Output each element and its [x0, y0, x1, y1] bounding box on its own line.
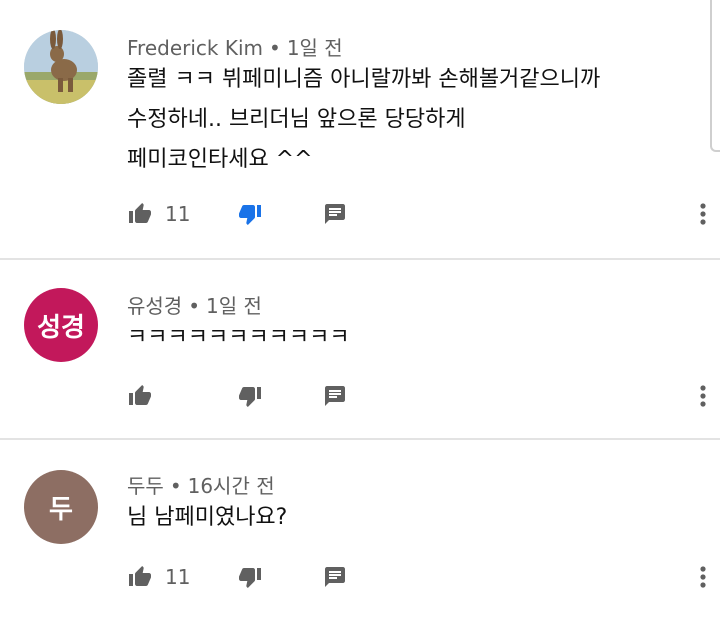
comment-actions: 11: [127, 562, 707, 592]
comment-actions: [127, 381, 707, 411]
thumb-down-icon: [239, 387, 261, 407]
avatar-initials: 두: [49, 494, 73, 525]
avatar-initials: 성경: [37, 312, 85, 343]
dislike-button[interactable]: [237, 381, 263, 411]
thumb-up-icon: [129, 566, 151, 586]
comment-item: 두 두두 • 16시간 전 님 남페미였나요? 11: [0, 440, 720, 618]
reply-comment-icon: [325, 567, 345, 587]
more-options-button[interactable]: [699, 381, 719, 411]
meta-separator: •: [188, 294, 200, 318]
thumb-down-filled-icon: [239, 205, 261, 225]
avatar[interactable]: 성경: [24, 288, 98, 362]
comment-meta: Frederick Kim • 1일 전: [127, 32, 343, 61]
meta-separator: •: [269, 36, 281, 60]
meta-separator: •: [169, 474, 182, 498]
comment-meta: 두두 • 16시간 전: [127, 470, 275, 499]
thumb-up-icon: [129, 203, 151, 223]
comment-time[interactable]: 1일 전: [206, 294, 262, 318]
more-vert-icon: [700, 385, 706, 407]
comment-text-line: 페미코인타세요 ^^: [127, 147, 313, 172]
comment-item: Frederick Kim • 1일 전 졸렬 ㅋㅋ 뷔페미니즘 아니랄까봐 손해볼…: [0, 0, 720, 260]
like-count: 11: [165, 202, 191, 226]
comment-time[interactable]: 16시간 전: [188, 474, 275, 498]
comment-text-line: ㅋㅋㅋㅋㅋㅋㅋㅋㅋㅋㅋ: [127, 325, 350, 350]
comment-actions: 11: [127, 199, 707, 229]
comment-author[interactable]: Frederick Kim: [127, 36, 263, 60]
thumb-up-icon: [129, 385, 151, 405]
more-options-button[interactable]: [699, 199, 719, 229]
more-options-button[interactable]: [699, 562, 719, 592]
more-vert-icon: [700, 203, 706, 225]
dislike-button[interactable]: [237, 562, 263, 592]
like-count: 11: [165, 565, 191, 589]
like-button[interactable]: [127, 381, 153, 411]
avatar[interactable]: [24, 30, 98, 104]
comment-text-line: 수정하네.. 브리더님 앞으론 당당하게: [127, 107, 466, 132]
reply-button[interactable]: [323, 381, 347, 411]
comment-text-line: 님 남페미였나요?: [127, 505, 288, 530]
comment-author[interactable]: 두두: [127, 474, 164, 498]
comment-time[interactable]: 1일 전: [287, 36, 343, 60]
comment-text: ㅋㅋㅋㅋㅋㅋㅋㅋㅋㅋㅋ: [127, 318, 687, 358]
thumb-down-icon: [239, 568, 261, 588]
reply-button[interactable]: [323, 199, 347, 229]
reply-button[interactable]: [323, 562, 347, 592]
comment-meta: 유성경 • 1일 전: [127, 290, 262, 319]
comment-item: 성경 유성경 • 1일 전 ㅋㅋㅋㅋㅋㅋㅋㅋㅋㅋㅋ: [0, 260, 720, 440]
reply-comment-icon: [325, 386, 345, 406]
more-vert-icon: [700, 566, 706, 588]
comment-text: 졸렬 ㅋㅋ 뷔페미니즘 아니랄까봐 손해볼거같으니까 수정하네.. 브리더님 앞…: [127, 60, 687, 180]
comment-text-line: 졸렬 ㅋㅋ 뷔페미니즘 아니랄까봐 손해볼거같으니까: [127, 67, 601, 92]
comment-text: 님 남페미였나요?: [127, 498, 687, 538]
rabbit-avatar-icon: [24, 30, 98, 104]
like-button[interactable]: 11: [127, 199, 190, 229]
avatar[interactable]: 두: [24, 470, 98, 544]
comment-author[interactable]: 유성경: [127, 294, 182, 318]
dislike-button[interactable]: [237, 199, 263, 229]
reply-comment-icon: [325, 204, 345, 224]
like-button[interactable]: 11: [127, 562, 190, 592]
